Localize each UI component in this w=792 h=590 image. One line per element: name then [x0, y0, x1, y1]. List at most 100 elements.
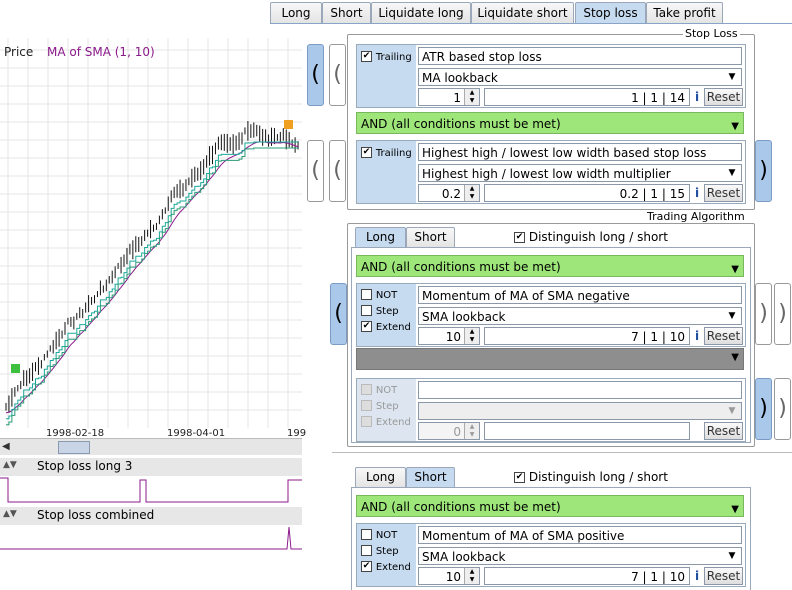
info-icon[interactable]: i [691, 567, 703, 585]
reset-button[interactable]: Reset [704, 422, 743, 440]
condition-name-field[interactable]: Momentum of MA of SMA positive [418, 526, 742, 544]
param-select-value: MA lookback [422, 71, 498, 85]
spinner-value: 10 [445, 570, 461, 584]
param-select[interactable]: Highest high / lowest low width multipli… [418, 164, 742, 182]
param-value-spinner[interactable]: 10 ▲ ▼ [418, 327, 480, 345]
condition-name-field[interactable]: Momentum of MA of SMA negative [418, 286, 742, 304]
tab-long[interactable]: Long [355, 467, 406, 487]
reset-button[interactable]: Reset [704, 88, 743, 106]
chart-scrollbar[interactable]: ◀ [0, 438, 302, 455]
open-paren-toggle[interactable]: ( [329, 140, 346, 202]
distinguish-checkbox[interactable]: ✔ Distinguish long / short [514, 230, 668, 244]
trailing-checkbox[interactable]: ✔ Trailing [361, 145, 412, 159]
spinner-arrows-icon[interactable]: ▲ ▼ [464, 89, 479, 105]
rule-name-field[interactable]: Highest high / lowest low width based st… [418, 143, 742, 161]
chevron-down-icon[interactable]: ▼ [731, 352, 739, 363]
open-paren-toggle[interactable]: ( [329, 44, 346, 106]
chevron-down-icon[interactable]: ▼ [724, 404, 740, 418]
tab-liquidate-short[interactable]: Liquidate short [471, 2, 574, 23]
param-select[interactable]: MA lookback ▼ [418, 68, 742, 86]
checkbox-unchecked-icon[interactable] [361, 305, 372, 316]
rule-name-field[interactable]: ATR based stop loss [418, 47, 742, 65]
tab-short[interactable]: Short [406, 467, 455, 487]
chevron-down-icon[interactable]: ▼ [731, 116, 739, 138]
step-checkbox[interactable]: Step [361, 398, 399, 412]
indicator-header: ▲▼ Stop loss combined [0, 507, 302, 525]
tab-stop-loss[interactable]: Stop loss [575, 2, 646, 23]
chevron-down-icon[interactable]: ▼ [724, 309, 740, 323]
logic-operator-select[interactable]: ▼ [356, 348, 744, 370]
info-icon[interactable]: i [691, 88, 703, 106]
logic-operator-select[interactable]: AND (all conditions must be met) ▼ [356, 112, 744, 134]
step-checkbox[interactable]: Step [361, 303, 399, 317]
param-select[interactable]: SMA lookback ▼ [418, 307, 742, 325]
close-paren-toggle[interactable]: ) [755, 283, 772, 345]
reset-button[interactable]: Reset [704, 567, 743, 585]
scroll-left-icon[interactable]: ◀ [2, 441, 10, 452]
param-range: 7 | 1 | 10 [484, 567, 690, 585]
stop-rule-row: ✔ Trailing ATR based stop loss MA lookba… [356, 44, 746, 108]
not-checkbox[interactable]: NOT [361, 527, 397, 541]
step-checkbox[interactable]: Step [361, 543, 399, 557]
info-icon[interactable]: i [691, 184, 703, 202]
scroll-thumb[interactable] [58, 441, 90, 454]
spinner-arrows-icon[interactable]: ▲ ▼ [464, 568, 479, 584]
spinner-arrows-icon[interactable]: ▲ ▼ [464, 185, 479, 201]
tab-long[interactable]: Long [270, 2, 322, 23]
checkbox-disabled-icon[interactable] [361, 384, 372, 395]
spinner-arrows-icon[interactable]: ▲ ▼ [464, 328, 479, 344]
open-paren-toggle[interactable]: ( [307, 140, 324, 202]
param-value-spinner[interactable]: 0.2 ▲ ▼ [418, 184, 480, 202]
param-value-spinner[interactable]: 10 ▲ ▼ [418, 567, 480, 585]
checkbox-disabled-icon[interactable] [361, 400, 372, 411]
not-checkbox[interactable]: NOT [361, 382, 397, 396]
tab-take-profit[interactable]: Take profit [646, 2, 723, 23]
reset-button[interactable]: Reset [704, 184, 743, 202]
price-chart[interactable] [0, 38, 302, 438]
extend-checkbox[interactable]: Extend [361, 414, 411, 428]
checkbox-checked-icon[interactable]: ✔ [514, 472, 525, 483]
condition-name-field[interactable] [418, 381, 742, 399]
checkbox-checked-icon[interactable]: ✔ [361, 561, 372, 572]
tab-short[interactable]: Short [406, 227, 455, 247]
open-paren-toggle[interactable]: ( [330, 283, 347, 345]
trailing-checkbox[interactable]: ✔ Trailing [361, 49, 412, 63]
extend-checkbox[interactable]: ✔ Extend [361, 559, 411, 573]
chevron-down-icon[interactable]: ▼ [724, 549, 740, 563]
tab-liquidate-long[interactable]: Liquidate long [371, 2, 471, 23]
param-value-spinner[interactable]: 1 ▲ ▼ [418, 88, 480, 106]
chevron-down-icon[interactable]: ▼ [731, 259, 739, 281]
checkbox-unchecked-icon[interactable] [361, 529, 372, 540]
param-value-spinner[interactable]: 0 ▲ ▼ [418, 422, 480, 440]
checkbox-checked-icon[interactable]: ✔ [361, 321, 372, 332]
reset-button[interactable]: Reset [704, 327, 743, 345]
open-paren-toggle[interactable]: ( [307, 44, 324, 106]
logic-operator-select[interactable]: AND (all conditions must be met) ▼ [356, 495, 744, 517]
checkbox-unchecked-icon[interactable] [361, 545, 372, 556]
param-select[interactable]: SMA lookback ▼ [418, 547, 742, 565]
checkbox-disabled-icon[interactable] [361, 416, 372, 427]
collapse-expand-icon[interactable]: ▲▼ [3, 509, 17, 519]
tab-long[interactable]: Long [355, 227, 406, 247]
checkbox-checked-icon[interactable]: ✔ [361, 147, 372, 158]
close-paren-toggle[interactable]: ) [755, 378, 772, 440]
tab-short[interactable]: Short [322, 2, 371, 23]
chevron-down-icon[interactable]: ▼ [724, 70, 740, 84]
logic-operator-select[interactable]: AND (all conditions must be met) ▼ [356, 255, 744, 277]
checkbox-checked-icon[interactable]: ✔ [361, 51, 372, 62]
spinner-arrows-icon[interactable]: ▲ ▼ [464, 423, 479, 439]
indicator-name: Stop loss long 3 [37, 459, 133, 473]
not-checkbox[interactable]: NOT [361, 287, 397, 301]
close-paren-toggle[interactable]: ) [774, 283, 791, 345]
param-select[interactable]: ▼ [418, 402, 742, 420]
checkbox-checked-icon[interactable]: ✔ [514, 232, 525, 243]
chevron-down-icon[interactable]: ▼ [731, 499, 739, 521]
chevron-down-icon[interactable]: ▼ [724, 166, 740, 180]
extend-checkbox[interactable]: ✔ Extend [361, 319, 411, 333]
distinguish-checkbox[interactable]: ✔ Distinguish long / short [514, 470, 668, 484]
checkbox-unchecked-icon[interactable] [361, 289, 372, 300]
close-paren-toggle[interactable]: ) [774, 378, 791, 440]
collapse-expand-icon[interactable]: ▲▼ [3, 460, 17, 470]
info-icon[interactable]: i [691, 327, 703, 345]
close-paren-toggle[interactable]: ) [755, 140, 772, 202]
